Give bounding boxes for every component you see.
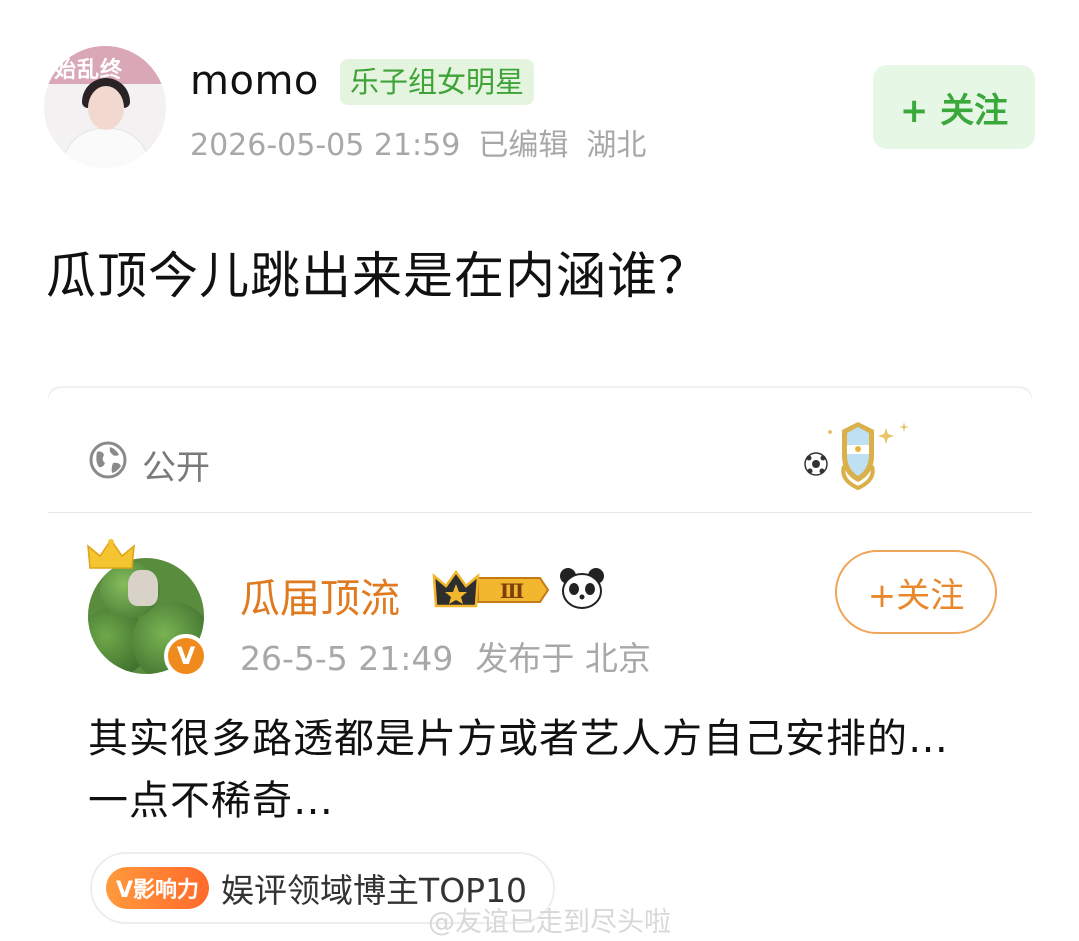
follow-author-button[interactable]: +关注 [835,550,997,634]
publish-location: 发布于 北京 [475,639,651,678]
post-meta: 2026-05-05 21:59 已编辑 湖北 [190,120,664,164]
card-divider [48,512,1032,513]
level-badge-icon: Ⅲ [432,569,550,608]
crown-icon [87,538,135,569]
edited-label: 已编辑 [478,128,569,163]
shield-badge-icon [804,422,909,490]
avatar-figure-face [88,86,124,130]
svg-text:Ⅲ: Ⅲ [500,579,524,603]
influence-pill: V影响力 [106,867,210,909]
author-meta: 26-5-5 21:49 发布于 北京 [240,632,673,680]
verified-v-icon: V [164,634,208,678]
user-tag[interactable]: 乐子组女明星 [340,59,535,105]
author-avatar[interactable]: V [86,538,216,678]
post-text: 瓜顶今儿跳出来是在内涵谁？ [46,247,709,305]
avatar[interactable]: 始乱终 [44,46,166,168]
watermark: @友谊已走到尽头啦 [428,907,671,938]
panda-icon [560,568,604,609]
comment-text: 其实很多路透都是片方或者艺人方自己安排的…一点不稀奇… [88,716,949,824]
globe-icon [89,441,127,479]
post-timestamp: 2026-05-05 21:59 [190,128,461,163]
avatar-figure-body [62,128,150,168]
follow-button[interactable]: + 关注 [873,65,1035,149]
author-name[interactable]: 瓜届顶流 [240,566,400,624]
username[interactable]: momo [190,58,319,104]
visibility-label[interactable]: 公开 [142,440,210,489]
post-location: 湖北 [586,128,647,163]
comment-timestamp: 26-5-5 21:49 [240,639,454,678]
